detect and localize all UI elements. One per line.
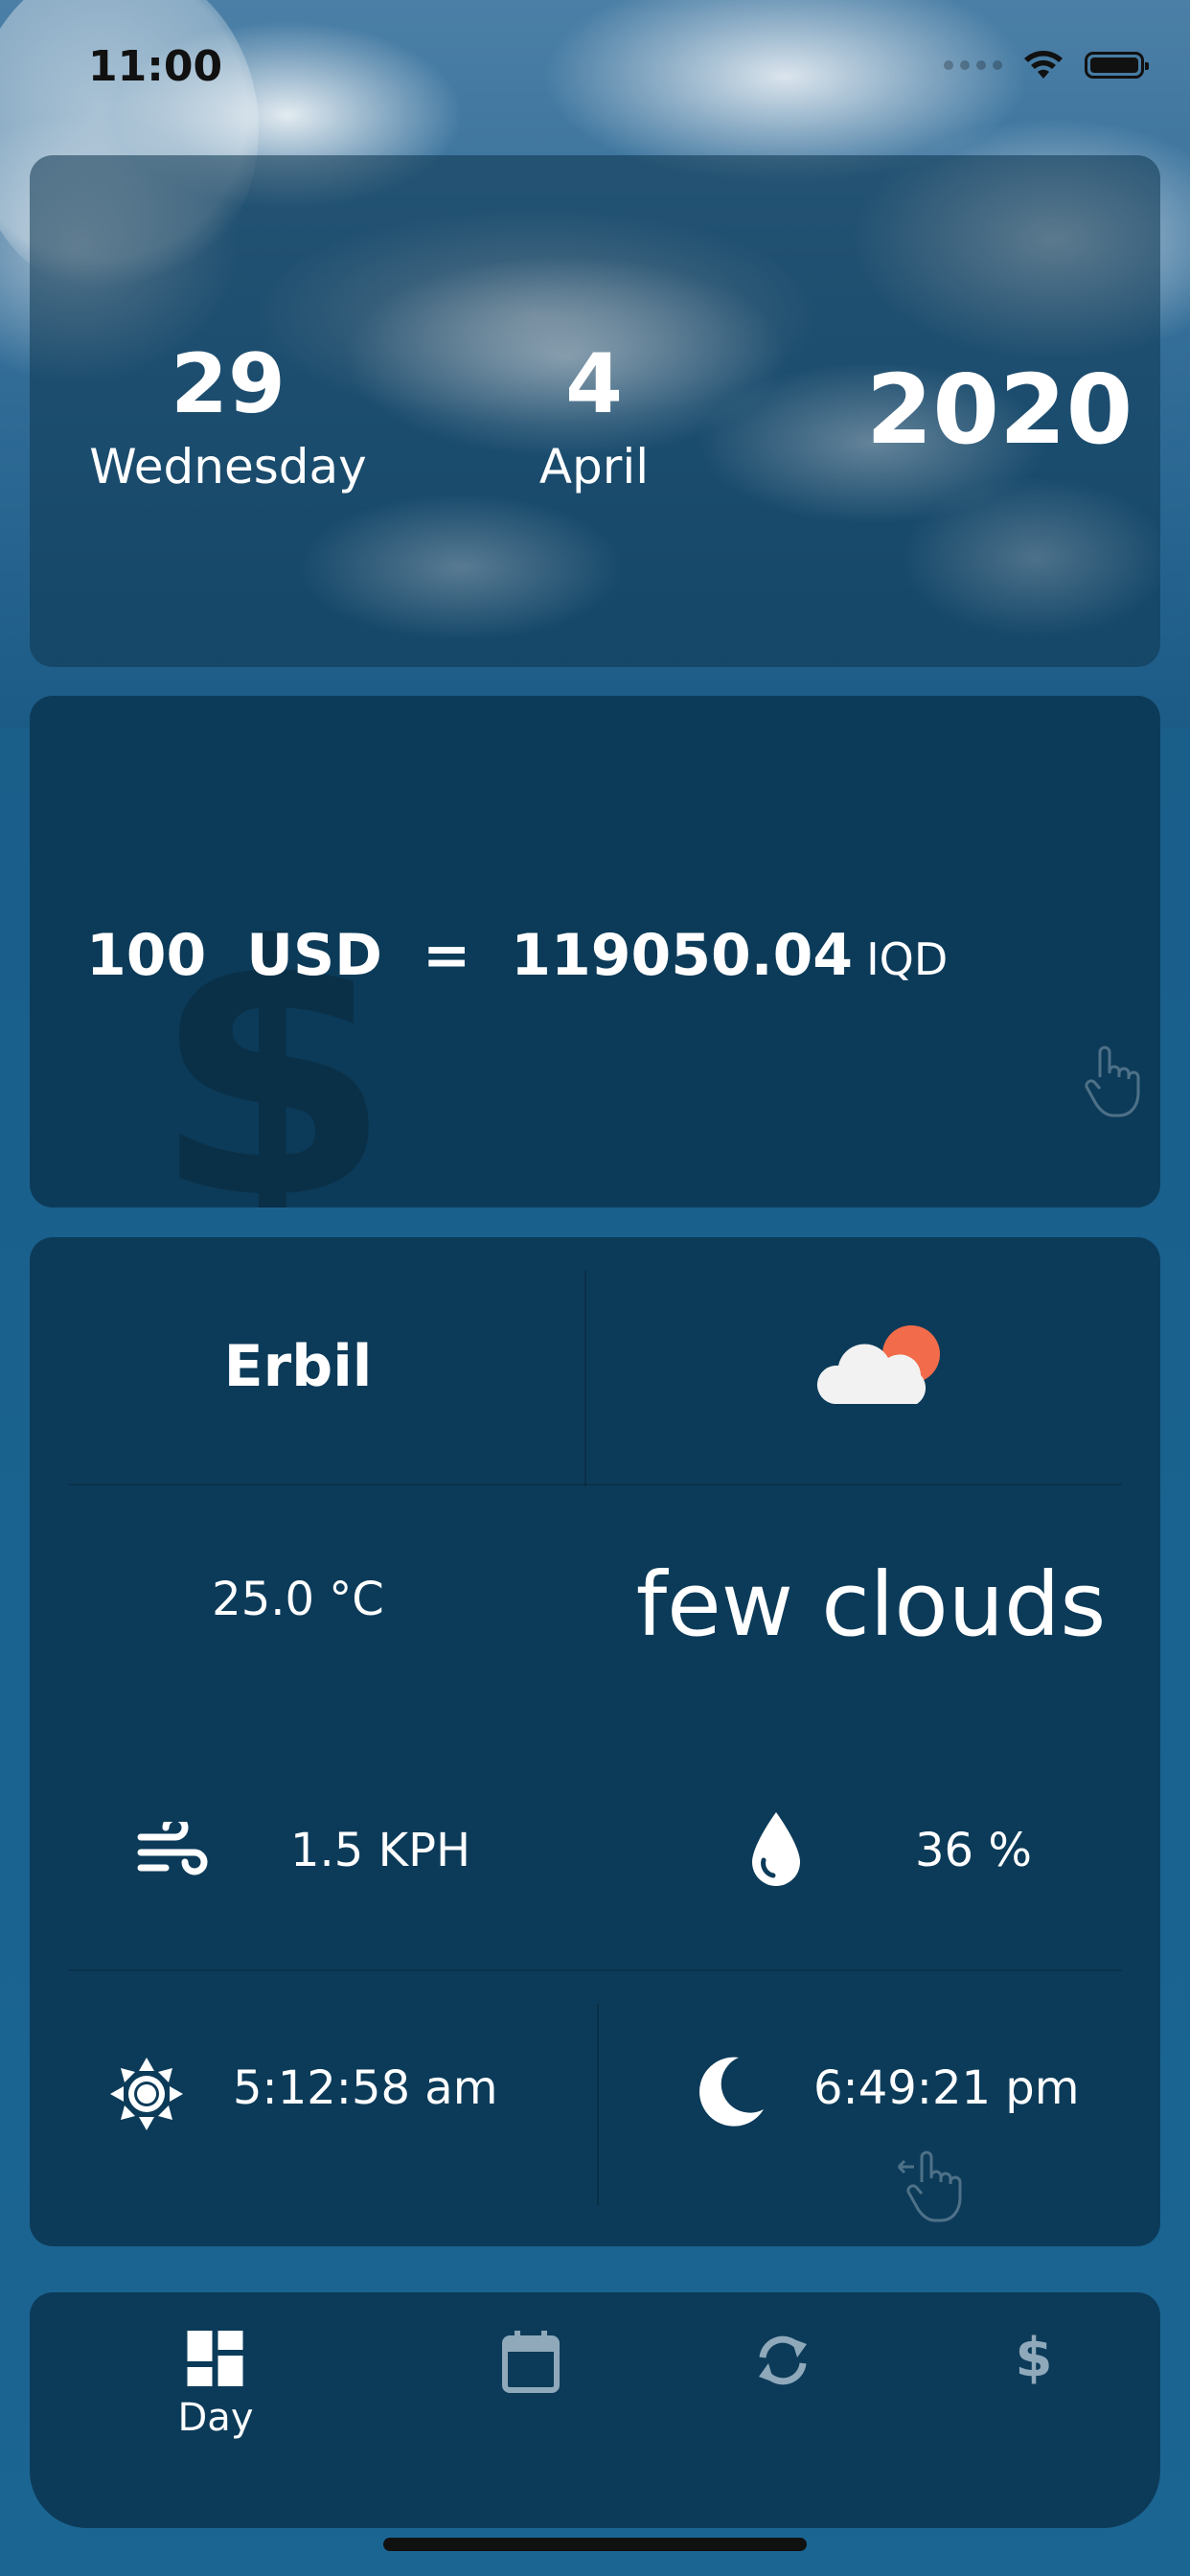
status-icons [944,50,1149,80]
dashboard-icon [187,2331,243,2386]
dollar-icon: $ [1015,2327,1053,2389]
nav-label-day: Day [177,2396,254,2440]
sync-icon [759,2335,807,2385]
humidity: 36 % [915,1824,1032,1877]
sunrise-sun-icon [110,2058,183,2130]
currency-from: USD [246,922,382,989]
wind-speed: 1.5 KPH [290,1824,471,1877]
nav-item-calendar[interactable] [501,2331,561,2398]
month-column: 4 April [539,343,649,494]
equals-sign: = [423,922,471,989]
tap-hint-icon [1085,1046,1140,1117]
divider [68,1969,1122,1971]
bottom-nav: Day $ [30,2292,1160,2528]
divider [584,1271,586,1486]
month-number: 4 [565,336,623,432]
year: 2020 [865,354,1133,466]
sunrise-time: 5:12:58 am [233,2061,498,2115]
city-name: Erbil [223,1333,373,1400]
divider [597,2004,599,2205]
moon-icon [699,2057,764,2127]
currency-result: 119050.04 [511,922,854,989]
day-number: 29 [171,336,286,432]
status-time: 11:00 [88,42,223,91]
currency-amount: 100 [86,922,207,989]
divider [68,1484,1122,1485]
month-name: April [538,439,650,494]
tap-hint-icon [897,2150,962,2222]
weather-description: few clouds [635,1553,1107,1656]
battery-icon [1085,52,1149,79]
nav-item-sync[interactable] [753,2331,812,2394]
weather-card: Erbil 25.0 °C few clouds 1.5 KPH 36 % 5:… [30,1237,1160,2246]
sunset-time: 6:49:21 pm [813,2061,1080,2115]
currency-to: IQD [866,933,949,985]
weekday-label: Wednesday [89,439,367,494]
calendar-icon [502,2331,560,2393]
currency-card[interactable]: $ 100 USD = 119050.04 IQD [30,696,1160,1208]
home-indicator [383,2538,807,2551]
nav-item-currency[interactable]: $ [1016,2327,1053,2389]
day-column: 29 Wednesday [89,343,366,494]
signal-icon [944,60,1002,70]
humidity-drop-icon [752,1812,800,1886]
date-card: 29 Wednesday 4 April 2020 [30,155,1160,667]
wind-icon [137,1822,208,1875]
nav-item-day[interactable]: Day [177,2331,254,2440]
currency-conversion: 100 USD = 119050.04 IQD [86,922,948,989]
wifi-icon [1024,51,1063,79]
partly-cloudy-icon [816,1325,940,1404]
temperature: 25.0 °C [212,1573,384,1626]
